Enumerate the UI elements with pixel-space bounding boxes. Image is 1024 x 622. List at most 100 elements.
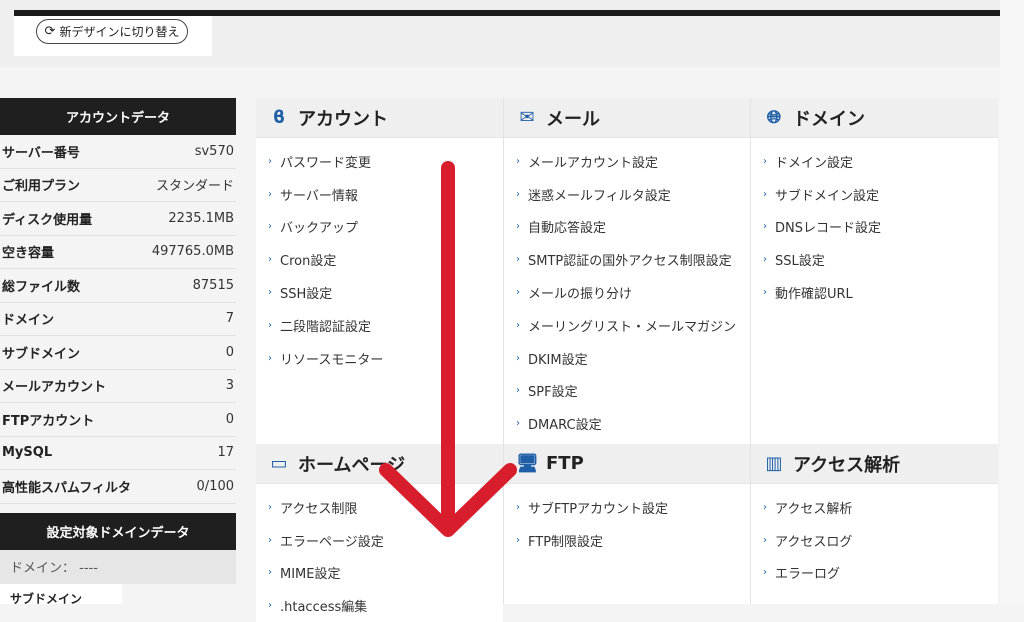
menu-link[interactable]: › DNSレコード設定: [751, 211, 998, 244]
panel-homepage-title: ホームページ: [298, 454, 406, 476]
panel-mail: ✉ メール › メールアカウント設定 › 迷惑メールフィルタ設定 › 自動応答設定 › SMTP…: [504, 98, 750, 441]
panel-ftp-title: FTP: [546, 453, 584, 474]
chevron-right-icon: ›: [516, 534, 520, 546]
switch-design-label: 新デザインに切り替え: [59, 25, 180, 39]
menu-link[interactable]: › FTP制限設定: [504, 524, 750, 557]
chevron-right-icon: ›: [268, 254, 272, 266]
menu-link[interactable]: › 動作確認URL: [751, 276, 998, 309]
chevron-right-icon: ›: [268, 155, 272, 167]
menu-link-label: サーバー情報: [280, 188, 358, 204]
menu-link[interactable]: › MIME設定: [256, 557, 503, 590]
chevron-right-icon: ›: [763, 188, 767, 200]
panel-account-title: アカウント: [298, 108, 388, 130]
account-data-label: ディスク使用量: [2, 212, 93, 228]
menu-link[interactable]: › DMARC設定: [504, 407, 750, 440]
menu-link-label: Cron設定: [280, 254, 337, 270]
account-data-row: 空き容量 497765.0MB: [0, 235, 236, 269]
account-data-value: 3: [225, 378, 234, 394]
chevron-right-icon: ›: [516, 254, 520, 266]
account-data-row: ご利用プラン スタンダード: [0, 168, 236, 202]
menu-link-label: メールの振り分け: [528, 287, 633, 303]
account-data-label: 高性能スパムフィルタ: [2, 480, 131, 496]
panel-ftp: 🖥︎ FTP › サブFTPアカウント設定 › FTP制限設定: [504, 444, 750, 557]
menu-link-label: バックアップ: [280, 221, 359, 237]
panel-access-title: アクセス解析: [793, 454, 901, 476]
menu-link[interactable]: › 迷惑メールフィルタ設定: [504, 178, 750, 211]
account-data-value: 0: [225, 411, 234, 427]
menu-link-label: SSH設定: [280, 287, 333, 303]
chevron-right-icon: ›: [268, 221, 272, 233]
chevron-right-icon: ›: [516, 418, 520, 430]
menu-link[interactable]: › 自動応答設定: [504, 211, 750, 244]
menu-link-label: メールアカウント設定: [528, 155, 659, 171]
menu-link[interactable]: › SMTP認証の国外アクセス制限設定: [504, 243, 750, 276]
menu-link[interactable]: › アクセスログ: [751, 524, 998, 557]
chevron-right-icon: ›: [763, 155, 767, 167]
domain-data-title: 設定対象ドメインデータ: [0, 512, 236, 550]
chevron-right-icon: ›: [763, 567, 767, 579]
account-data-label: サブドメイン: [2, 346, 81, 362]
menu-link-label: SSL設定: [775, 254, 825, 270]
menu-link[interactable]: › サーバー情報: [256, 178, 503, 211]
menu-link-label: アクセスログ: [775, 534, 853, 550]
chevron-right-icon: ›: [516, 221, 520, 233]
menu-link[interactable]: › バックアップ: [256, 211, 503, 244]
chevron-right-icon: ›: [516, 319, 520, 331]
menu-link-label: MIME設定: [280, 567, 341, 583]
chevron-right-icon: ›: [516, 385, 520, 397]
account-data-label: FTPアカウント: [2, 413, 95, 429]
account-data-label: ご利用プラン: [2, 179, 81, 195]
menu-link[interactable]: › メールの振り分け: [504, 276, 750, 309]
menu-link-label: 迷惑メールフィルタ設定: [528, 188, 671, 204]
account-data-value: 7: [225, 311, 234, 327]
menu-link-label: エラーページ設定: [280, 534, 384, 550]
menu-link[interactable]: › サブドメイン設定: [751, 178, 998, 211]
domain-selector[interactable]: ドメイン： ----: [0, 549, 236, 584]
menu-link[interactable]: › SPF設定: [504, 375, 750, 408]
account-data-row: サブドメイン 0: [0, 336, 236, 370]
menu-link-label: DNSレコード設定: [775, 221, 881, 237]
sidebar: アカウントデータ サーバー番号 sv570 ご利用プラン スタンダード ディスク使用量 2…: [0, 98, 236, 606]
right-margin: [1000, 0, 1024, 604]
menu-link[interactable]: › .htaccess編集: [256, 589, 503, 622]
menu-link[interactable]: › エラーページ設定: [256, 524, 503, 557]
menu-link[interactable]: › サブFTPアカウント設定: [504, 491, 750, 524]
menu-link[interactable]: › メーリングリスト・メールマガジン: [504, 309, 750, 342]
menu-grid: ϐ アカウント › パスワード変更 › サーバー情報 › バックアップ › Cron設定 › SSH…: [256, 98, 998, 622]
panel-access: ▥ アクセス解析 › アクセス解析 › アクセスログ › エラーログ: [751, 444, 998, 590]
menu-link-label: メーリングリスト・メールマガジン: [528, 319, 737, 335]
chevron-right-icon: ›: [268, 188, 272, 200]
account-data-label: 総ファイル数: [2, 279, 81, 295]
chevron-right-icon: ›: [268, 287, 272, 299]
subdomain-label: サブドメイン: [0, 583, 122, 606]
monitor-icon: 🖥︎: [516, 453, 539, 474]
menu-link[interactable]: › ドメイン設定: [751, 145, 998, 178]
menu-link[interactable]: › メールアカウント設定: [504, 145, 750, 178]
account-data-row: 高性能スパムフィルタ 0/100: [0, 470, 236, 504]
menu-link[interactable]: › 二段階認証設定: [256, 309, 503, 342]
account-data-list: サーバー番号 sv570 ご利用プラン スタンダード ディスク使用量 2235.1MB 空き…: [0, 135, 236, 504]
chevron-right-icon: ›: [268, 534, 272, 546]
chevron-right-icon: ›: [763, 221, 767, 233]
menu-link[interactable]: › SSL設定: [751, 243, 998, 276]
menu-link[interactable]: › Cron設定: [256, 243, 503, 276]
menu-link[interactable]: › DKIM設定: [504, 342, 750, 375]
switch-design-button[interactable]: ⟳ 新デザインに切り替え: [36, 19, 188, 44]
chevron-right-icon: ›: [516, 155, 520, 167]
account-data-label: メールアカウント: [2, 380, 107, 396]
menu-link[interactable]: › パスワード変更: [256, 145, 503, 178]
menu-link-label: .htaccess編集: [280, 600, 368, 616]
account-data-row: MySQL 17: [0, 436, 236, 470]
menu-link[interactable]: › アクセス制限: [256, 491, 503, 524]
chevron-right-icon: ›: [268, 319, 272, 331]
chevron-right-icon: ›: [516, 287, 520, 299]
menu-link-label: ドメイン設定: [775, 155, 854, 171]
menu-link[interactable]: › SSH設定: [256, 276, 503, 309]
bar-chart-icon: ▥: [765, 453, 783, 474]
menu-link[interactable]: › リソースモニター: [256, 342, 503, 375]
menu-link[interactable]: › アクセス解析: [751, 491, 998, 524]
account-data-label: 空き容量: [2, 246, 55, 262]
chevron-right-icon: ›: [763, 534, 767, 546]
chevron-right-icon: ›: [268, 567, 272, 579]
menu-link[interactable]: › エラーログ: [751, 557, 998, 590]
